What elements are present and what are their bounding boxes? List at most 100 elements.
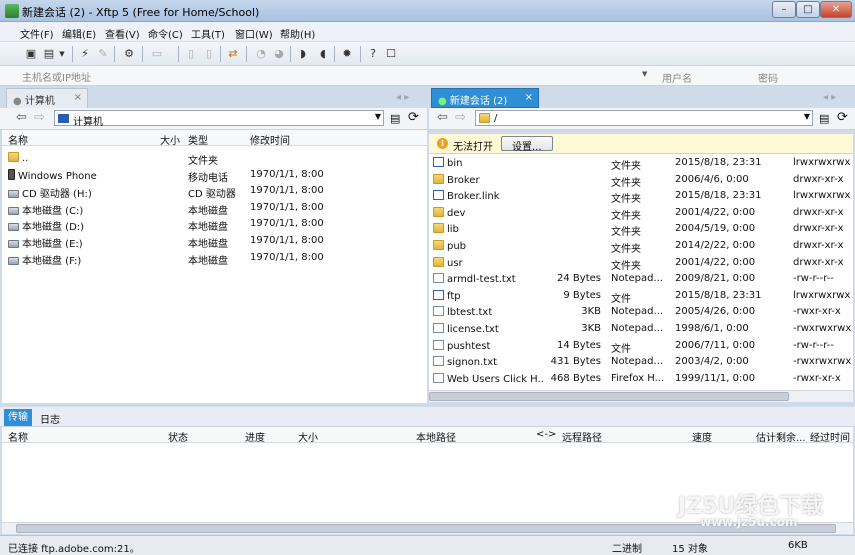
- left-list-header: 名称 大小 类型 修改时间: [2, 130, 427, 147]
- folder-icon[interactable]: ▤: [390, 112, 400, 125]
- password-input[interactable]: 密码: [758, 70, 778, 85]
- file-name-text: 本地磁盘 (E:): [22, 239, 83, 250]
- maximize-button[interactable]: □: [796, 1, 820, 18]
- toolbar-separator: [72, 46, 73, 62]
- menu-command[interactable]: 命令(C): [148, 26, 183, 41]
- file-row[interactable]: armdl-test.txt 24 Bytes Notepad... 2009/8/2…: [429, 271, 853, 287]
- folder-icon[interactable]: ▤: [819, 112, 829, 125]
- minimize-button[interactable]: –: [772, 1, 796, 18]
- col-eta[interactable]: 估计剩余...: [756, 429, 806, 444]
- copy-icon[interactable]: ▯: [184, 47, 198, 61]
- file-row[interactable]: license.txt 3KB Notepad... 1998/6/1, 0:00 -r…: [429, 321, 853, 337]
- close-icon[interactable]: ×: [525, 92, 533, 103]
- file-row[interactable]: pushtest 14 Bytes 文件 2006/7/11, 0:00 -rw-r--…: [429, 338, 853, 355]
- col-size[interactable]: 大小: [160, 132, 180, 147]
- disconnect-icon[interactable]: ✎: [96, 47, 110, 61]
- tab-scroll-icons[interactable]: ◂ ▸: [823, 92, 836, 103]
- connect-icon[interactable]: ⚡: [78, 47, 92, 61]
- file-row[interactable]: pub 文件夹 2014/2/22, 0:00 drwxr-xr-x: [429, 238, 853, 255]
- file-row[interactable]: 本地磁盘 (F:) 本地磁盘 1970/1/1, 8:00: [2, 250, 427, 267]
- file-row[interactable]: lib 文件夹 2004/5/19, 0:00 drwxr-xr-x: [429, 221, 853, 238]
- file-row[interactable]: 本地磁盘 (E:) 本地磁盘 1970/1/1, 8:00: [2, 233, 427, 250]
- menu-tools[interactable]: 工具(T): [191, 26, 225, 41]
- col-type[interactable]: 类型: [188, 132, 208, 147]
- file-row[interactable]: lbtest.txt 3KB Notepad... 2005/4/26, 0:00 -r…: [429, 304, 853, 320]
- left-path-input[interactable]: 计算机 ▼: [54, 110, 384, 128]
- settings-button[interactable]: 设置...: [501, 136, 553, 153]
- back-arrow-icon[interactable]: ⇦: [16, 110, 27, 125]
- chat-icon[interactable]: ☐: [384, 47, 398, 61]
- col-progress[interactable]: 进度: [245, 429, 265, 444]
- host-input[interactable]: 主机名或IP地址: [22, 69, 652, 84]
- refresh-icon[interactable]: ⟳: [408, 110, 419, 125]
- sync-icon[interactable]: ⇄: [226, 47, 240, 61]
- help-icon[interactable]: ?: [366, 47, 380, 61]
- col-size[interactable]: 大小: [298, 429, 318, 444]
- file-row[interactable]: 本地磁盘 (D:) 本地磁盘 1970/1/1, 8:00: [2, 216, 427, 233]
- forward-arrow-icon[interactable]: ⇨: [34, 110, 45, 125]
- file-name-text: lbtest.txt: [447, 307, 493, 319]
- gear-icon[interactable]: ✹: [340, 47, 354, 61]
- file-row[interactable]: CD 驱动器 (H:) CD 驱动器 1970/1/1, 8:00: [2, 183, 427, 200]
- lock-icon[interactable]: ◔: [254, 47, 268, 61]
- file-name: armdl-test.txt: [433, 273, 543, 285]
- username-input[interactable]: 用户名: [662, 70, 692, 85]
- menu-window[interactable]: 窗口(W): [235, 26, 273, 41]
- refresh-icon[interactable]: ⟳: [837, 110, 848, 125]
- col-speed[interactable]: 速度: [692, 429, 712, 444]
- menu-edit[interactable]: 编辑(E): [62, 26, 96, 41]
- xmanager-icon[interactable]: ◖: [316, 47, 330, 61]
- chevron-down-icon[interactable]: ▼: [804, 112, 810, 121]
- tab-new-session[interactable]: ● 新建会话 (2) ×: [431, 88, 539, 108]
- file-row[interactable]: .. 文件夹: [2, 150, 427, 167]
- file-row[interactable]: ftp 9 Bytes 文件 2015/8/18, 23:31 lrwxrwxrwx: [429, 288, 853, 305]
- transfer-mode[interactable]: 二进制: [612, 540, 642, 555]
- chevron-down-icon[interactable]: ▼: [375, 112, 381, 121]
- file-row[interactable]: Broker 文件夹 2006/4/6, 0:00 drwxr-xr-x: [429, 172, 853, 189]
- close-icon[interactable]: ×: [74, 92, 82, 103]
- tab-log[interactable]: 日志: [36, 411, 64, 426]
- file-row[interactable]: dev 文件夹 2001/4/22, 0:00 drwxr-xr-x: [429, 205, 853, 222]
- left-path-text: 计算机: [73, 117, 103, 128]
- session-properties-icon[interactable]: ⚙: [122, 47, 136, 61]
- file-row[interactable]: Broker.link 文件夹 2015/8/18, 23:31 lrwxrwxrwx: [429, 188, 853, 205]
- back-arrow-icon[interactable]: ⇦: [437, 110, 448, 125]
- tab-scroll-icons[interactable]: ◂ ▸: [396, 92, 409, 103]
- chevron-down-icon[interactable]: ▼: [642, 70, 647, 78]
- col-direction[interactable]: <->: [536, 429, 556, 440]
- paste-icon[interactable]: ▯: [202, 47, 216, 61]
- terminal-icon[interactable]: ▭: [150, 47, 164, 61]
- file-row[interactable]: bin 文件夹 2015/8/18, 23:31 lrwxrwxrwx: [429, 155, 853, 172]
- col-remote-path[interactable]: 远程路径: [562, 429, 602, 444]
- col-local-path[interactable]: 本地路径: [416, 429, 456, 444]
- col-elapsed[interactable]: 经过时间: [810, 429, 850, 444]
- forward-arrow-icon[interactable]: ⇨: [455, 110, 466, 125]
- col-status[interactable]: 状态: [168, 429, 188, 444]
- open-folder-icon[interactable]: ▤: [42, 47, 56, 61]
- right-path-input[interactable]: / ▼: [475, 110, 813, 126]
- left-path-bar: ⇦ ⇨ 计算机 ▼ ▤ ⟳: [0, 108, 427, 130]
- file-row[interactable]: usr 文件夹 2001/4/22, 0:00 drwxr-xr-x: [429, 255, 853, 272]
- file-size: 3KB: [581, 323, 601, 334]
- chevron-down-icon[interactable]: ▼: [58, 47, 66, 61]
- menu-view[interactable]: 查看(V): [105, 26, 140, 41]
- col-modified[interactable]: 修改时间: [250, 132, 290, 147]
- scroll-thumb[interactable]: [429, 392, 789, 401]
- col-name[interactable]: 名称: [8, 132, 28, 147]
- drive-icon: [8, 256, 19, 265]
- menu-file[interactable]: 文件(F): [20, 26, 54, 41]
- file-row[interactable]: 本地磁盘 (C:) 本地磁盘 1970/1/1, 8:00: [2, 200, 427, 217]
- key-icon[interactable]: ◕: [272, 47, 286, 61]
- file-row[interactable]: Web Users Click H... 468 Bytes Firefox H..…: [429, 371, 853, 387]
- toolbar-separator: [246, 46, 247, 62]
- new-session-icon[interactable]: ▣: [24, 47, 38, 61]
- right-horizontal-scrollbar[interactable]: [429, 390, 853, 402]
- close-button[interactable]: ✕: [820, 1, 852, 18]
- col-name[interactable]: 名称: [8, 429, 28, 444]
- tab-transfer[interactable]: 传输: [4, 409, 32, 426]
- tab-computer[interactable]: ● 计算机 ×: [6, 88, 88, 108]
- file-row[interactable]: Windows Phone 移动电话 1970/1/1, 8:00: [2, 167, 427, 184]
- file-row[interactable]: signon.txt 431 Bytes Notepad... 2003/4/2, 0…: [429, 354, 853, 370]
- xshell-icon[interactable]: ◗: [296, 47, 310, 61]
- menu-help[interactable]: 帮助(H): [280, 26, 315, 41]
